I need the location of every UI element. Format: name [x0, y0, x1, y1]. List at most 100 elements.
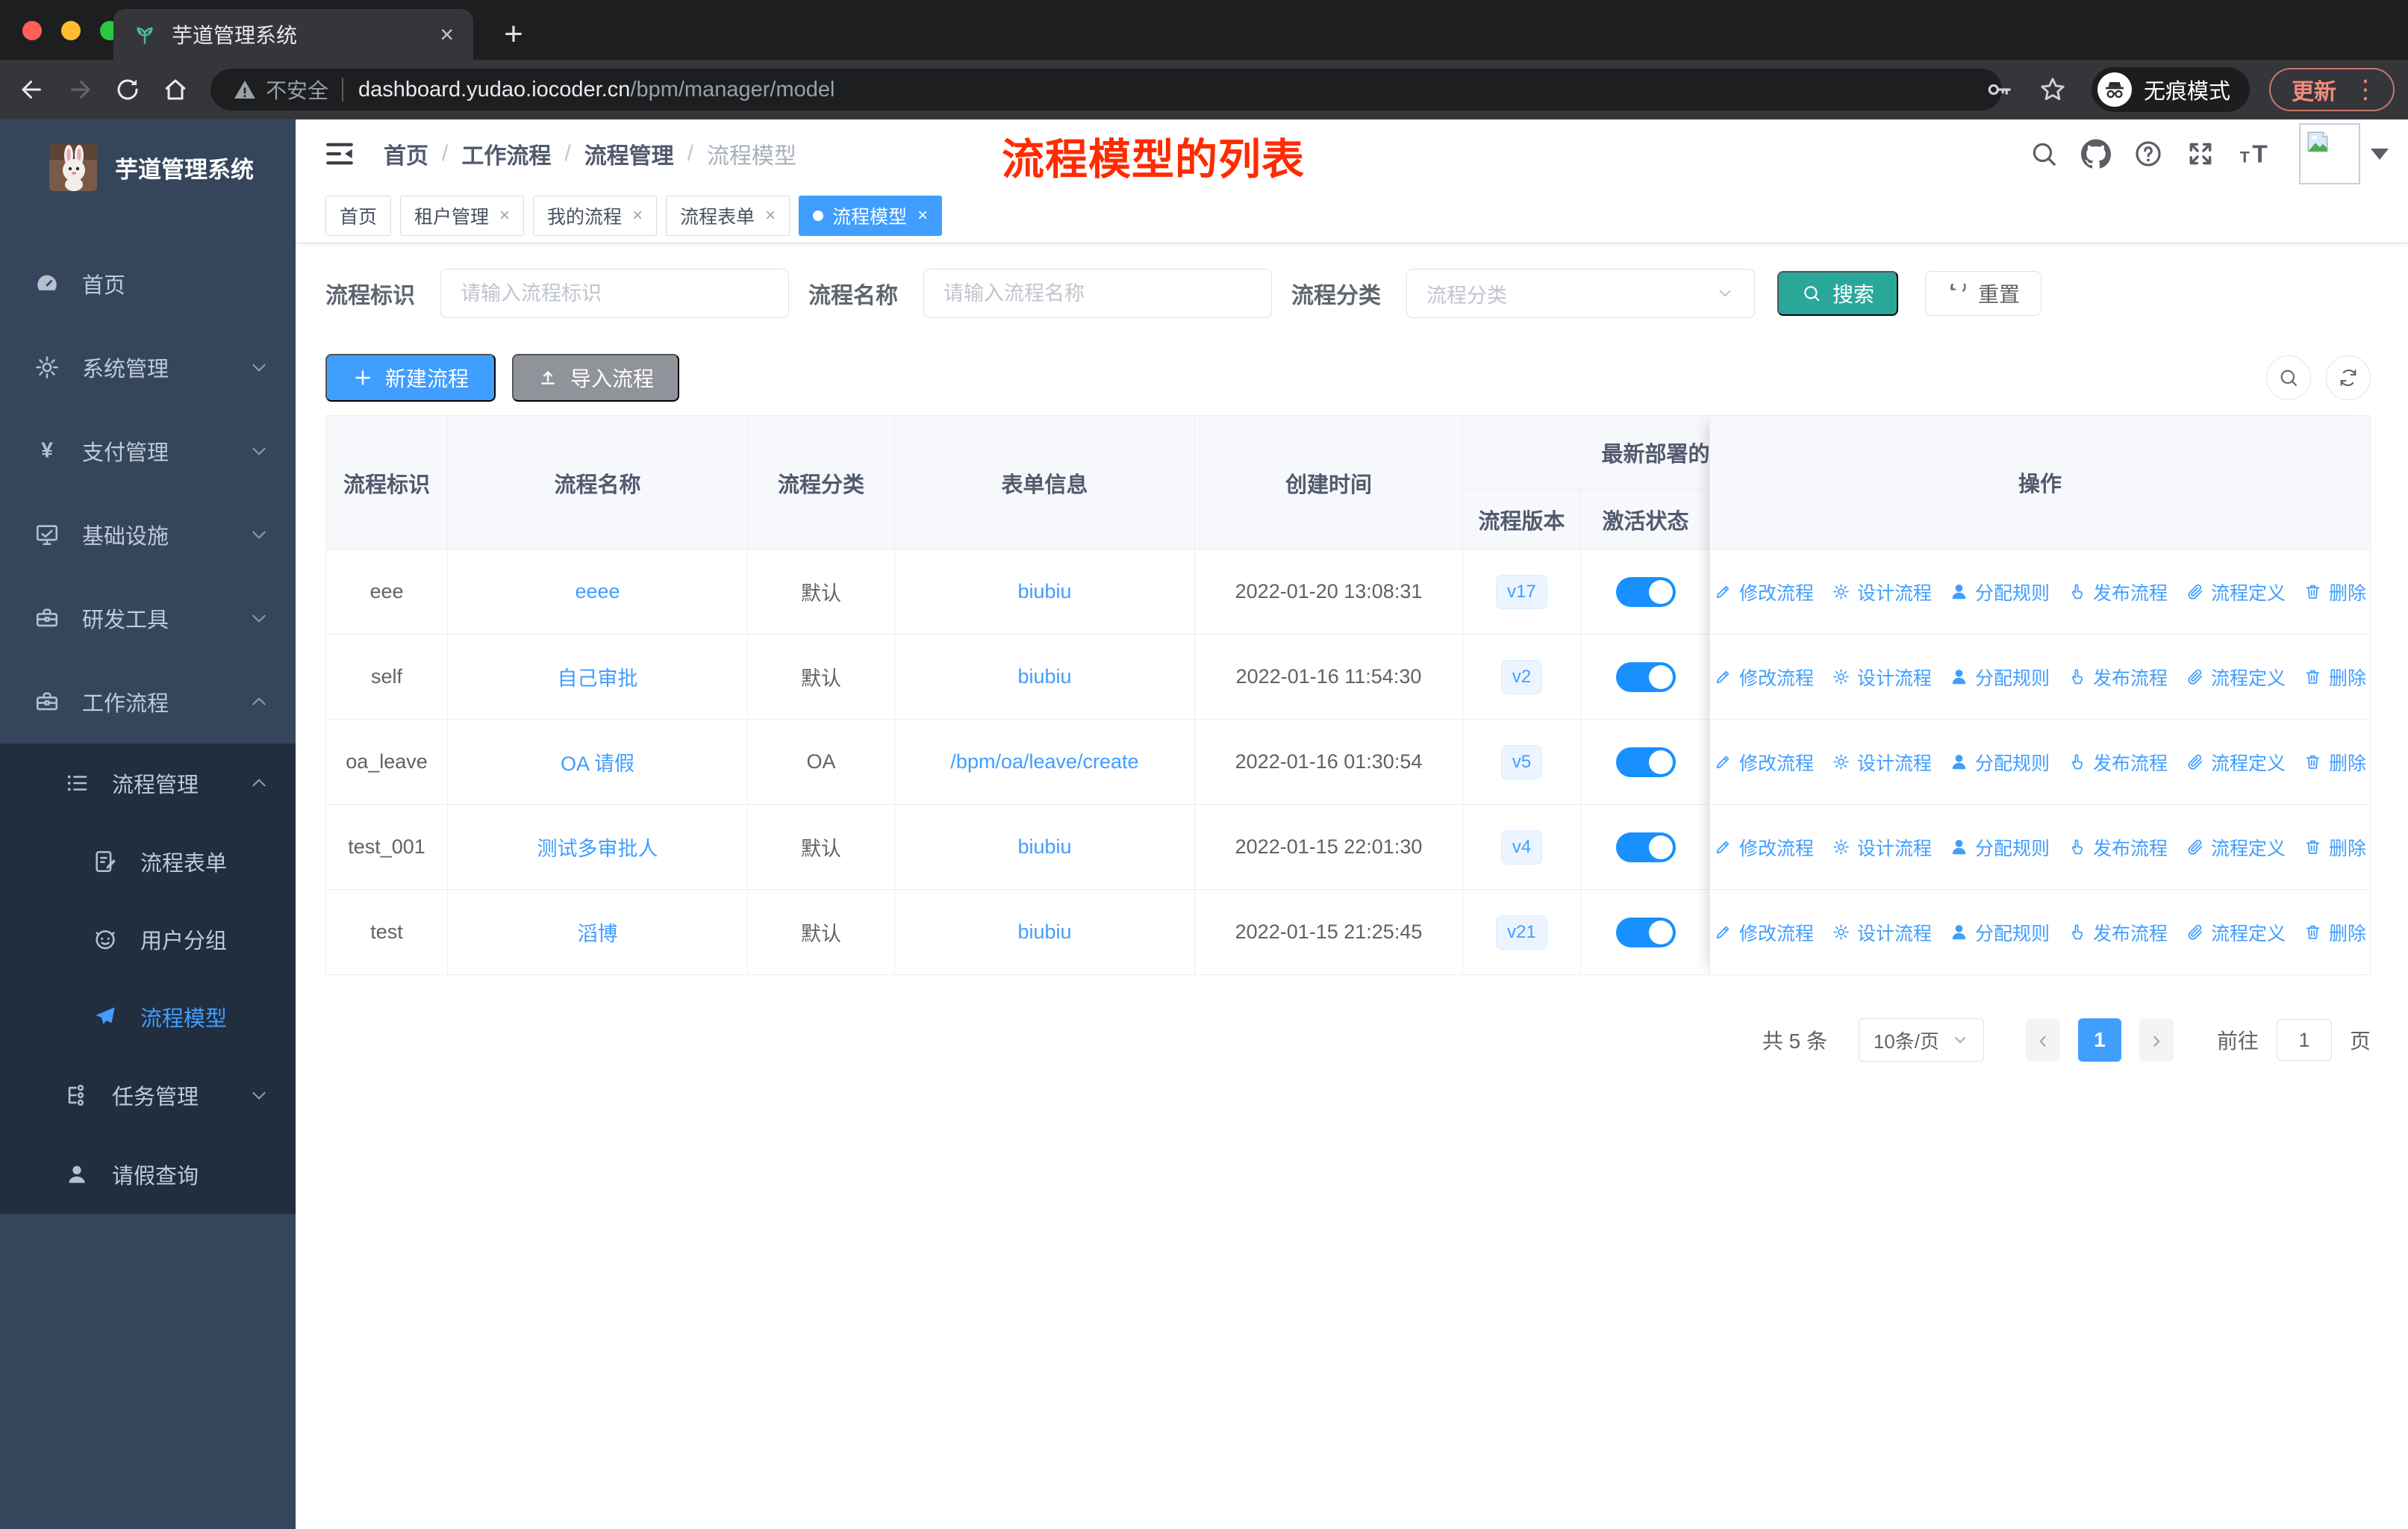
address-bar[interactable]: 不安全 dashboard.yudao.iocoder.cn/bpm/manag…: [210, 69, 2002, 110]
create-process-button[interactable]: 新建流程: [325, 354, 496, 402]
fullscreen-icon[interactable]: [2186, 139, 2215, 169]
cell-form-info-link[interactable]: biubiu: [895, 549, 1195, 634]
browser-update-button[interactable]: 更新 ⋮: [2269, 68, 2395, 111]
process-name-input[interactable]: [923, 269, 1272, 318]
import-process-button[interactable]: 导入流程: [512, 354, 680, 402]
tab-home[interactable]: 首页: [325, 195, 392, 236]
avatar[interactable]: [2299, 123, 2360, 184]
close-window-button[interactable]: [22, 21, 42, 40]
op-edit-process-link[interactable]: 修改流程: [1714, 919, 1814, 946]
goto-page-input[interactable]: [2276, 1019, 2332, 1061]
bookmark-star-icon[interactable]: [2038, 75, 2068, 105]
sidebar-item-dev-tools[interactable]: 研发工具: [0, 576, 296, 660]
version-badge[interactable]: v4: [1500, 829, 1543, 865]
process-key-input[interactable]: [440, 269, 789, 318]
op-edit-process-link[interactable]: 修改流程: [1714, 834, 1814, 861]
op-design-process-link[interactable]: 设计流程: [1832, 834, 1932, 861]
refresh-table-button[interactable]: [2326, 355, 2371, 400]
hamburger-icon[interactable]: [324, 138, 355, 169]
op-edit-process-link[interactable]: 修改流程: [1714, 579, 1814, 605]
tab-close-icon[interactable]: ×: [440, 21, 454, 49]
op-deploy-process-link[interactable]: 发布流程: [2068, 919, 2168, 946]
update-label[interactable]: 更新: [2292, 73, 2336, 106]
process-category-select[interactable]: 流程分类: [1406, 269, 1755, 318]
op-design-process-link[interactable]: 设计流程: [1832, 664, 1932, 691]
avatar-caret-icon[interactable]: [2371, 148, 2389, 160]
cell-form-info-link[interactable]: /bpm/oa/leave/create: [895, 720, 1195, 804]
version-badge[interactable]: v2: [1500, 659, 1543, 694]
reload-icon[interactable]: [112, 74, 143, 105]
close-icon[interactable]: ×: [499, 205, 510, 226]
op-design-process-link[interactable]: 设计流程: [1832, 919, 1932, 946]
sidebar-item-process-mgmt[interactable]: 流程管理: [0, 744, 296, 823]
sidebar-item-system-mgmt[interactable]: 系统管理: [0, 326, 296, 409]
op-assign-rule-link[interactable]: 分配规则: [1950, 664, 2050, 691]
op-process-definition-link[interactable]: 流程定义: [2186, 664, 2286, 691]
not-secure-warning-icon[interactable]: [233, 78, 257, 102]
cell-form-info-link[interactable]: biubiu: [895, 890, 1195, 974]
forward-icon[interactable]: [64, 74, 96, 105]
op-design-process-link[interactable]: 设计流程: [1832, 749, 1932, 776]
prev-page-button[interactable]: ‹: [2025, 1018, 2060, 1062]
security-label[interactable]: 不安全: [266, 75, 328, 105]
next-page-button[interactable]: ›: [2139, 1018, 2174, 1062]
sidebar-item-infrastructure[interactable]: 基础设施: [0, 493, 296, 576]
browser-menu-icon[interactable]: ⋮: [2353, 77, 2378, 102]
op-assign-rule-link[interactable]: 分配规则: [1950, 579, 2050, 605]
op-deploy-process-link[interactable]: 发布流程: [2068, 834, 2168, 861]
close-icon[interactable]: ×: [917, 205, 928, 226]
new-tab-button[interactable]: +: [493, 13, 534, 55]
breadcrumb-item[interactable]: 首页: [384, 137, 428, 170]
browser-tab[interactable]: 芋道管理系统 ×: [113, 9, 473, 60]
op-process-definition-link[interactable]: 流程定义: [2186, 834, 2286, 861]
breadcrumb-item[interactable]: 流程管理: [584, 137, 674, 170]
sidebar-item-leave-query[interactable]: 请假查询: [0, 1135, 296, 1214]
search-button[interactable]: 搜索: [1777, 271, 1899, 316]
cell-process-name-link[interactable]: 测试多审批人: [448, 805, 748, 889]
op-design-process-link[interactable]: 设计流程: [1832, 579, 1932, 605]
cell-process-name-link[interactable]: 滔博: [448, 890, 748, 974]
op-delete-link[interactable]: 删除: [2303, 919, 2366, 946]
op-assign-rule-link[interactable]: 分配规则: [1950, 919, 2050, 946]
op-process-definition-link[interactable]: 流程定义: [2186, 919, 2286, 946]
cell-form-info-link[interactable]: biubiu: [895, 805, 1195, 889]
op-assign-rule-link[interactable]: 分配规则: [1950, 749, 2050, 776]
cell-process-name-link[interactable]: 自己审批: [448, 635, 748, 719]
version-badge[interactable]: v17: [1496, 574, 1547, 609]
op-deploy-process-link[interactable]: 发布流程: [2068, 579, 2168, 605]
sidebar-item-user-group[interactable]: 用户分组: [0, 900, 296, 978]
github-icon[interactable]: [2081, 139, 2111, 169]
tab-process-model[interactable]: 流程模型 ×: [799, 195, 943, 236]
cell-process-name-link[interactable]: OA 请假: [448, 720, 748, 804]
font-size-icon[interactable]: TT: [2238, 139, 2277, 169]
minimize-window-button[interactable]: [61, 21, 81, 40]
active-toggle[interactable]: [1615, 832, 1676, 862]
op-delete-link[interactable]: 删除: [2303, 834, 2366, 861]
op-delete-link[interactable]: 删除: [2303, 579, 2366, 605]
tab-my-process[interactable]: 我的流程 ×: [533, 195, 658, 236]
op-delete-link[interactable]: 删除: [2303, 749, 2366, 776]
close-icon[interactable]: ×: [765, 205, 776, 226]
sidebar-logo-row[interactable]: 芋道管理系统: [0, 119, 296, 215]
version-badge[interactable]: v21: [1496, 915, 1547, 950]
sidebar-item-workflow[interactable]: 工作流程: [0, 660, 296, 744]
op-deploy-process-link[interactable]: 发布流程: [2068, 749, 2168, 776]
tab-process-form[interactable]: 流程表单 ×: [666, 195, 790, 236]
home-icon[interactable]: [160, 74, 191, 105]
active-toggle[interactable]: [1615, 917, 1676, 947]
op-process-definition-link[interactable]: 流程定义: [2186, 749, 2286, 776]
sidebar-item-task-mgmt[interactable]: 任务管理: [0, 1056, 296, 1135]
sidebar-item-process-form[interactable]: 流程表单: [0, 823, 296, 900]
op-edit-process-link[interactable]: 修改流程: [1714, 664, 1814, 691]
op-process-definition-link[interactable]: 流程定义: [2186, 579, 2286, 605]
sidebar-item-payment-mgmt[interactable]: ¥ 支付管理: [0, 409, 296, 493]
sidebar-item-home[interactable]: 首页: [0, 242, 296, 326]
active-toggle[interactable]: [1615, 576, 1676, 607]
page-size-select[interactable]: 10条/页: [1858, 1018, 1984, 1062]
active-toggle[interactable]: [1615, 661, 1676, 692]
help-icon[interactable]: [2133, 139, 2163, 169]
current-page-button[interactable]: 1: [2077, 1018, 2121, 1062]
cell-form-info-link[interactable]: biubiu: [895, 635, 1195, 719]
reset-button[interactable]: 重置: [1925, 271, 2042, 316]
breadcrumb-item[interactable]: 工作流程: [461, 137, 551, 170]
